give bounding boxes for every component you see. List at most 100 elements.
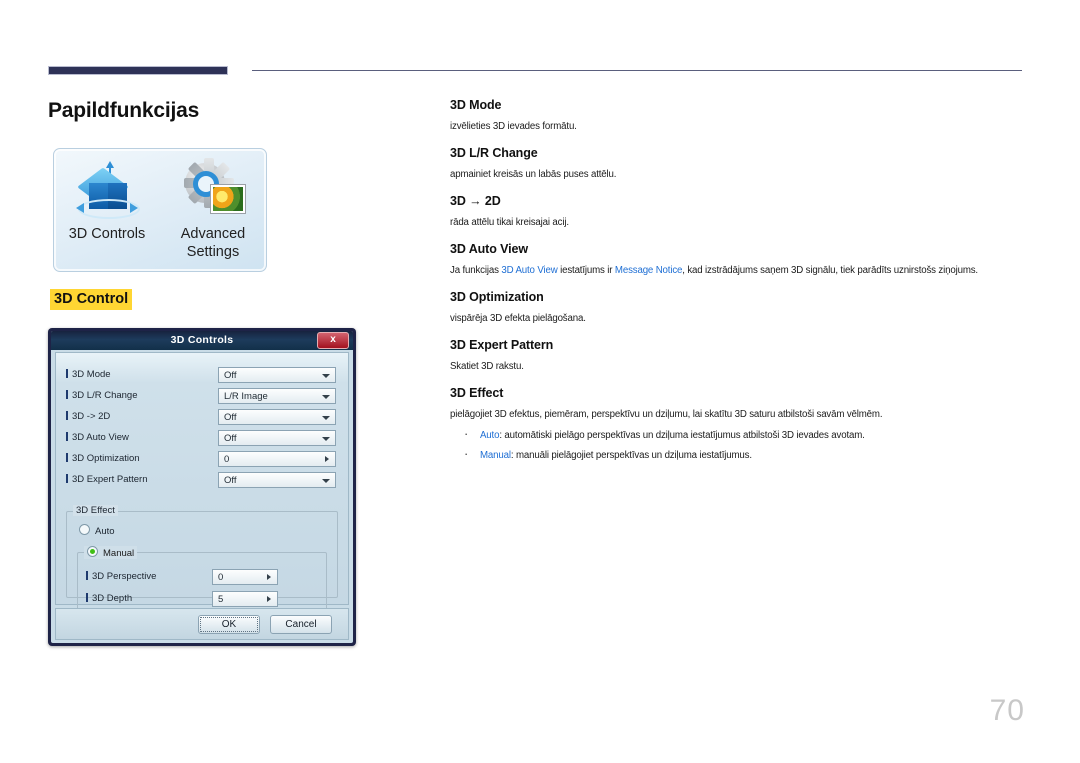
topic-3d-auto-view: 3D Auto View Ja funkcijas 3D Auto View i… <box>450 242 1025 277</box>
section-tag: 3D Control <box>50 289 133 310</box>
radio-label-manual: Manual <box>103 548 135 559</box>
inline-link-message-notice: Message Notice <box>614 265 683 276</box>
dialog-body: 3D Mode Off 3D L/R Change L/R Image 3D -… <box>55 352 349 616</box>
topic-3d-to-2d: 3D → 2D rāda attēlu tikai kreisajai acij… <box>450 194 1025 229</box>
spinner-value: 5 <box>218 594 224 605</box>
header-rule-line <box>252 70 1022 71</box>
topic-heading: 3D → 2D <box>450 194 501 208</box>
topic-heading: 3D Optimization <box>450 290 544 304</box>
chevron-down-icon <box>322 395 330 399</box>
dropdown-value: Off <box>224 433 237 444</box>
3d-cube-icon <box>76 161 140 219</box>
field-label: 3D Auto View <box>66 432 129 443</box>
ok-button[interactable]: OK <box>198 615 260 634</box>
page-title: Papildfunkcijas <box>48 99 200 122</box>
icon-panel-graphics <box>54 155 266 225</box>
topic-3d-effect: 3D Effect pielāgojiet 3D efektus, piemēr… <box>450 386 1025 462</box>
topic-3d-optimization: 3D Optimization vispārēja 3D efekta piel… <box>450 290 1025 325</box>
dialog-footer: OK Cancel <box>55 608 349 640</box>
group-title-3d-effect: 3D Effect <box>73 505 118 516</box>
topic-description: apmainiet kreisās un labās puses attēlu. <box>450 169 617 180</box>
gear-picture-icon <box>181 158 245 217</box>
topic-description: Ja funkcijas 3D Auto View iestatījums ir… <box>450 265 978 276</box>
dropdown-value: L/R Image <box>224 391 268 402</box>
topic-3d-mode: 3D Mode izvēlieties 3D ievades formātu. <box>450 98 1025 133</box>
field-row-3d-optimization: 3D Optimization 0 <box>66 451 338 469</box>
radio-dot-auto-icon <box>79 524 90 535</box>
chevron-down-icon <box>322 479 330 483</box>
icon-panel: 3D Controls Advanced Settings <box>53 148 267 272</box>
dropdown-value: Off <box>224 412 237 423</box>
topic-description: pielāgojiet 3D efektus, piemēram, perspe… <box>450 409 883 420</box>
group-manual: Manual 3D Perspective 0 3D Depth 5 <box>77 546 327 616</box>
dropdown-3d-auto-view[interactable]: Off <box>218 430 336 446</box>
field-label: 3D Mode <box>66 369 111 380</box>
cancel-button[interactable]: Cancel <box>270 615 332 634</box>
dialog-titlebar: 3D Controls x <box>51 331 353 350</box>
radio-dot-manual-icon <box>87 546 98 557</box>
inline-link-3d-auto-view: 3D Auto View <box>501 265 558 276</box>
radio-manual[interactable]: Manual <box>84 546 138 559</box>
topic-3d-expert-pattern: 3D Expert Pattern Skatiet 3D rakstu. <box>450 338 1025 373</box>
close-icon[interactable]: x <box>317 332 349 349</box>
radio-label-auto: Auto <box>95 526 115 537</box>
dropdown-3d-expert-pattern[interactable]: Off <box>218 472 336 488</box>
icon-label-3d-controls: 3D Controls <box>68 226 146 242</box>
field-row-3d-depth: 3D Depth 5 <box>86 591 318 609</box>
topic-description: vispārēja 3D efekta pielāgošana. <box>450 313 586 324</box>
field-row-3d-lr-change: 3D L/R Change L/R Image <box>66 388 338 406</box>
dialog-3d-controls: 3D Controls x 3D Mode Off 3D L/R Change … <box>48 328 356 646</box>
chevron-right-icon <box>267 574 271 580</box>
bullet-term-manual: Manual <box>480 450 511 461</box>
icon-label-advanced-settings: Advanced Settings <box>180 226 246 260</box>
chevron-down-icon <box>322 437 330 441</box>
picture-thumbnail-icon <box>211 185 245 213</box>
field-label: 3D Optimization <box>66 453 140 464</box>
dropdown-3d-lr-change[interactable]: L/R Image <box>218 388 336 404</box>
chevron-right-icon <box>325 456 329 462</box>
field-label: 3D Expert Pattern <box>66 474 148 485</box>
field-row-3d-mode: 3D Mode Off <box>66 367 338 385</box>
field-row-3d-auto-view: 3D Auto View Off <box>66 430 338 448</box>
dropdown-value: Off <box>224 475 237 486</box>
arrow-right-icon <box>130 203 138 213</box>
field-label: 3D Perspective <box>86 571 156 582</box>
topic-3d-lr-change: 3D L/R Change apmainiet kreisās un labās… <box>450 146 1025 181</box>
dialog-inner: 3D Controls x 3D Mode Off 3D L/R Change … <box>51 331 353 643</box>
spinner-value: 0 <box>224 454 230 465</box>
list-item: Auto: automātiski pielāgo perspektīvas u… <box>450 427 1025 442</box>
field-label: 3D L/R Change <box>66 390 137 401</box>
radio-auto[interactable]: Auto <box>79 524 115 537</box>
topic-heading: 3D Effect <box>450 386 504 400</box>
topic-heading: 3D L/R Change <box>450 146 538 160</box>
chevron-right-icon <box>267 596 271 602</box>
spinner-3d-optimization[interactable]: 0 <box>218 451 336 467</box>
bullet-term-auto: Auto <box>480 430 500 441</box>
dropdown-3d-mode[interactable]: Off <box>218 367 336 383</box>
dialog-title: 3D Controls <box>170 334 234 346</box>
topic-bullet-list: Auto: automātiski pielāgo perspektīvas u… <box>450 427 1025 462</box>
arrow-up-icon <box>106 161 114 180</box>
field-label: 3D Depth <box>86 593 132 604</box>
topics-column: 3D Mode izvēlieties 3D ievades formātu. … <box>450 98 1025 475</box>
chevron-down-icon <box>322 374 330 378</box>
field-row-3d-perspective: 3D Perspective 0 <box>86 569 318 587</box>
topic-heading: 3D Mode <box>450 98 502 112</box>
chevron-down-icon <box>322 416 330 420</box>
arrow-left-icon <box>76 203 84 213</box>
dropdown-3d-to-2d[interactable]: Off <box>218 409 336 425</box>
dropdown-value: Off <box>224 370 237 381</box>
spinner-value: 0 <box>218 572 224 583</box>
icon-cell-3d-controls <box>54 155 160 225</box>
header-rule-accent <box>48 66 228 75</box>
page-number: 70 <box>989 694 1025 727</box>
icon-panel-labels: 3D Controls Advanced Settings <box>54 225 266 261</box>
topic-description: izvēlieties 3D ievades formātu. <box>450 121 577 132</box>
topic-description: Skatiet 3D rakstu. <box>450 361 524 372</box>
spinner-3d-perspective[interactable]: 0 <box>212 569 278 585</box>
field-row-3d-expert-pattern: 3D Expert Pattern Off <box>66 472 338 490</box>
topic-description: rāda attēlu tikai kreisajai acij. <box>450 217 569 228</box>
group-3d-effect: 3D Effect Auto Manual 3D Perspective 0 3… <box>66 505 338 616</box>
spinner-3d-depth[interactable]: 5 <box>212 591 278 607</box>
field-label: 3D -> 2D <box>66 411 110 422</box>
